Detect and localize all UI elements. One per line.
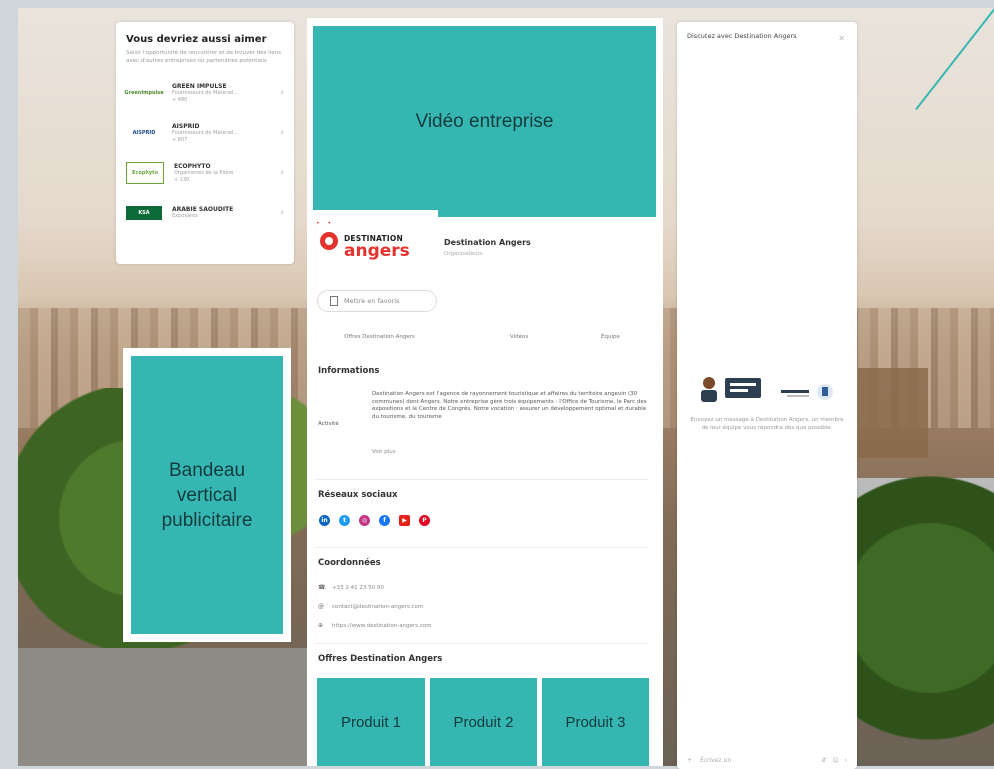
company-logo: KSA (126, 206, 162, 220)
company-count: + 130 (174, 176, 190, 183)
company-name: Destination Angers (444, 238, 531, 247)
chat-panel: Discutez avec Destination Angers ✕ Envoy… (677, 22, 857, 769)
plus-icon[interactable]: + (687, 757, 692, 764)
chevron-right-icon: › (280, 128, 284, 138)
pinterest-icon[interactable]: P (419, 515, 430, 526)
chat-input[interactable]: Écrivez un (700, 757, 821, 764)
twitter-icon[interactable]: t (339, 515, 350, 526)
trees-right (834, 448, 994, 766)
company-name: AISPRID (172, 122, 200, 130)
informations-title: Informations (318, 366, 380, 376)
product-card-3[interactable]: Produit 3 (542, 678, 649, 766)
suggestion-item[interactable]: Ecophyto ECOPHYTO Organismes de la filiè… (116, 153, 294, 193)
bookmark-icon (330, 296, 338, 306)
suggestion-item[interactable]: KSA ARABIE SAOUDITE Exposants › (116, 193, 294, 233)
facebook-icon[interactable]: f (379, 515, 390, 526)
product-label: Produit 2 (453, 713, 514, 731)
chat-empty-message: Envoyez un message à Destination Angers,… (690, 417, 844, 431)
company-name: ARABIE SAOUDITE (172, 206, 234, 213)
company-name: GREEN IMPULSE (172, 82, 227, 90)
castle (858, 368, 928, 458)
road (18, 648, 318, 766)
chevron-right-icon: › (280, 208, 284, 218)
company-count: + 807 (172, 136, 188, 143)
website-link[interactable]: https://www.destination-angers.com (332, 623, 432, 629)
company-logo: Ecophyto (126, 162, 164, 184)
phone-number[interactable]: +33 2 41 23 50 00 (332, 585, 384, 591)
divider (316, 547, 648, 548)
profile-tabs: Offres Destination Angers Vidéos Équipe (316, 334, 656, 346)
social-icons: in t ◎ f ▶ P (319, 515, 430, 526)
product-label: Produit 3 (565, 713, 626, 731)
tab-offres[interactable]: Offres Destination Angers (344, 334, 415, 340)
emoji-icon[interactable]: ☺ (832, 757, 838, 764)
company-category: Fournisseurs de Matériel... (172, 129, 239, 136)
logo-mark (320, 232, 338, 250)
logo-dots: • • (316, 220, 334, 227)
company-name: ECOPHYTO (174, 162, 211, 170)
activity-description: Destination Angers est l'agence de rayon… (372, 391, 647, 420)
attachment-icon[interactable]: ⇵ (821, 757, 826, 764)
chat-illustration-icon (701, 377, 833, 402)
company-logo: GreenImpulse (124, 90, 164, 96)
coordinates-title: Coordonnées (318, 558, 381, 568)
banner-text-line3: publicitaire (161, 509, 253, 531)
company-category: Organismes de la filière (174, 169, 234, 176)
company-category: Fournisseurs de Matériel... (172, 89, 239, 96)
email-icon: @ (318, 603, 324, 610)
favorites-label: Mettre en favoris (344, 297, 400, 305)
vertical-ad-banner[interactable]: Bandeau vertical publicitaire (131, 356, 283, 634)
tab-videos[interactable]: Vidéos (510, 334, 528, 340)
chevron-right-icon: › (280, 88, 284, 98)
divider (316, 643, 648, 644)
close-icon[interactable]: ✕ (838, 34, 845, 43)
chevron-right-icon: › (280, 168, 284, 178)
activity-label: Activité (318, 421, 339, 427)
logo-word-angers: angers (344, 241, 410, 261)
chat-input-bar[interactable]: + Écrivez un ⇵ ☺ › (687, 757, 847, 764)
add-to-favorites-button[interactable]: Mettre en favoris (317, 290, 437, 312)
suggestions-title: Vous devriez aussi aimer (126, 34, 267, 45)
company-logo: AISPRID (132, 130, 156, 136)
linkedin-icon[interactable]: in (319, 515, 330, 526)
social-title: Réseaux sociaux (318, 490, 398, 500)
suggestions-card: Vous devriez aussi aimer Saisir l'opport… (116, 22, 294, 264)
email-row: @ contact@destination-angers.com (318, 603, 423, 610)
phone-icon: ☎ (318, 584, 326, 591)
company-logo-destination-angers: • • DESTINATION angers (312, 210, 438, 272)
company-count: + 480 (172, 96, 188, 103)
company-type: Organisateurs (444, 251, 483, 257)
company-video-placeholder[interactable]: Vidéo entreprise (313, 26, 656, 217)
youtube-icon[interactable]: ▶ (399, 515, 410, 526)
tab-equipe[interactable]: Équipe (601, 334, 620, 340)
instagram-icon[interactable]: ◎ (359, 515, 370, 526)
suggestions-subtitle: Saisir l'opportunité de rencontrer et de… (126, 50, 281, 64)
suggestion-item[interactable]: GreenImpulse GREEN IMPULSE Fournisseurs … (116, 73, 294, 113)
send-icon[interactable]: › (845, 757, 847, 764)
divider (316, 479, 648, 480)
phone-row: ☎ +33 2 41 23 50 00 (318, 584, 384, 591)
see-more-link[interactable]: Voir plus (372, 449, 396, 455)
product-label: Produit 1 (340, 713, 402, 731)
banner-text-line2: vertical (176, 484, 238, 506)
banner-text-line1: Bandeau (168, 459, 246, 481)
email-link[interactable]: contact@destination-angers.com (332, 604, 423, 610)
suggestion-item[interactable]: AISPRID AISPRID Fournisseurs de Matériel… (116, 113, 294, 153)
chat-title: Discutez avec Destination Angers (687, 32, 797, 40)
website-row: ⊕ https://www.destination-angers.com (318, 622, 432, 629)
company-category: Exposants (172, 213, 198, 219)
product-card-2[interactable]: Produit 2 (430, 678, 537, 766)
globe-icon: ⊕ (318, 622, 324, 629)
product-card-1[interactable]: Produit 1 (317, 678, 425, 766)
offers-title: Offres Destination Angers (318, 654, 443, 664)
video-label: Vidéo entreprise (415, 110, 554, 132)
